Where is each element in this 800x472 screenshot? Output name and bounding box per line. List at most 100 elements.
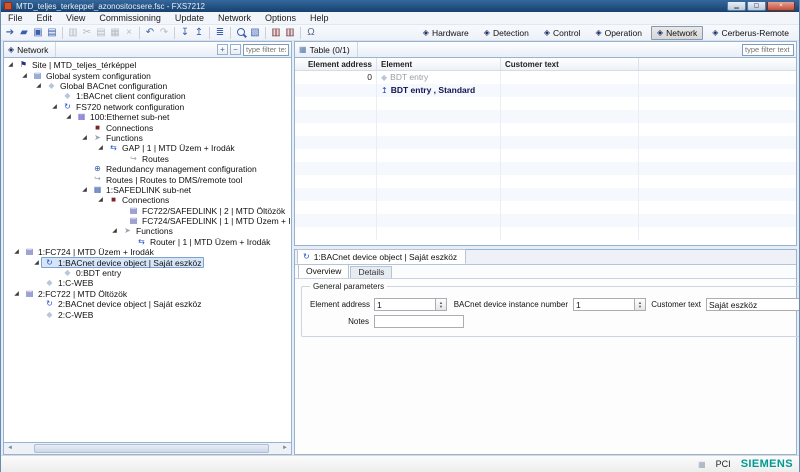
table-row[interactable]: 0◆BDT entry	[295, 71, 796, 84]
task-button-hardware[interactable]: ◈Hardware	[417, 26, 475, 40]
notes-input[interactable]	[374, 315, 464, 328]
tree-node[interactable]: ▤FC722/SAFEDLINK | 2 | MTD Öltözök	[125, 205, 288, 215]
task-button-control[interactable]: ◈Control	[538, 26, 587, 40]
tab-bacnet-device-object[interactable]: ↻ 1:BACnet device object | Saját eszköz	[297, 249, 466, 264]
table-row[interactable]	[295, 214, 796, 227]
scrollbar-thumb[interactable]	[34, 444, 269, 453]
expander-icon[interactable]: ◢	[34, 83, 43, 89]
tree-node[interactable]: ↻FS720 network configuration	[59, 102, 187, 112]
download-icon[interactable]: ↧	[178, 26, 192, 40]
task-button-network[interactable]: ◈Network	[651, 26, 703, 40]
tab-network[interactable]: ◈ Network	[4, 42, 56, 57]
expander-icon[interactable]: ◢	[96, 145, 105, 151]
table-filter-input[interactable]	[742, 44, 794, 56]
column-header-Element[interactable]: Element	[377, 58, 501, 70]
tree-node[interactable]: ■Connections	[89, 122, 156, 132]
tree-node[interactable]: ▤Global system configuration	[29, 70, 154, 80]
tree-node[interactable]: ➤Functions	[89, 133, 146, 143]
expander-icon[interactable]: ◢	[80, 135, 89, 141]
tree-node[interactable]: ↪Routes	[125, 154, 172, 164]
save-icon[interactable]: ▣	[31, 26, 45, 40]
instance-number-input[interactable]	[573, 298, 635, 311]
tree-node[interactable]: ◆0:BDT entry	[59, 268, 124, 278]
task-button-detection[interactable]: ◈Detection	[478, 26, 535, 40]
expander-icon[interactable]: ◢	[110, 228, 119, 234]
tree-node[interactable]: ⇆Router | 1 | MTD Üzem + Irodák	[133, 237, 273, 247]
tree-node[interactable]: ➤Functions	[119, 226, 176, 236]
table-row[interactable]	[295, 201, 796, 214]
redo-icon[interactable]: ↷	[157, 26, 171, 40]
expander-icon[interactable]: ◢	[12, 291, 21, 297]
customer-text-input[interactable]	[706, 298, 800, 311]
tree-node[interactable]: ↪Routes | Routes to DMS/remote tool	[89, 174, 245, 184]
menu-network[interactable]: Network	[211, 12, 258, 25]
open-icon[interactable]: ▰	[17, 26, 31, 40]
tree-node[interactable]: ▤2:FC722 | MTD Öltözök	[21, 289, 130, 299]
menu-file[interactable]: File	[1, 12, 30, 25]
collapse-all-button[interactable]: −	[230, 44, 241, 55]
table-row[interactable]	[295, 149, 796, 162]
print-icon[interactable]: ▤	[45, 26, 59, 40]
column-header-empty[interactable]	[639, 58, 796, 70]
element-address-spinner[interactable]: ▲▼	[436, 298, 447, 311]
expand-all-button[interactable]: +	[217, 44, 228, 55]
task-button-cerberus-remote[interactable]: ◈Cerberus-Remote	[706, 26, 795, 40]
expander-icon[interactable]: ◢	[6, 62, 15, 68]
menu-update[interactable]: Update	[168, 12, 211, 25]
paste-icon[interactable]: ▤	[94, 26, 108, 40]
table-row[interactable]	[295, 136, 796, 149]
search-icon[interactable]	[234, 26, 248, 40]
table-row[interactable]	[295, 188, 796, 201]
tree-node[interactable]: ⇆GAP | 1 | MTD Üzem + Irodák	[105, 143, 238, 153]
expander-icon[interactable]: ◢	[32, 260, 41, 266]
tab-overview[interactable]: Overview	[298, 264, 349, 278]
element-address-input[interactable]	[374, 298, 436, 311]
table-row[interactable]	[295, 97, 796, 110]
column-header-Customer text[interactable]: Customer text	[501, 58, 639, 70]
scrollbar-track[interactable]	[16, 443, 279, 454]
menu-help[interactable]: Help	[303, 12, 336, 25]
import-site-icon[interactable]: ▥	[283, 26, 297, 40]
tree-node[interactable]: ◆1:C-WEB	[41, 278, 96, 288]
tree-node[interactable]: ◆Global BACnet configuration	[43, 81, 170, 91]
new-icon[interactable]: ➔	[3, 26, 17, 40]
table-row[interactable]	[295, 227, 796, 240]
tree-node[interactable]: ▦1:SAFEDLINK sub-net	[89, 185, 194, 195]
tree-node[interactable]: ▤1:FC724 | MTD Üzem + Irodák	[21, 247, 157, 257]
expander-icon[interactable]: ◢	[64, 114, 73, 120]
delete-icon[interactable]: ×	[122, 26, 136, 40]
tree-filter-input[interactable]	[243, 44, 289, 56]
tree-node[interactable]: ■Connections	[105, 195, 172, 205]
export-site-icon[interactable]: ▥	[269, 26, 283, 40]
close-button[interactable]: ×	[767, 2, 795, 11]
menu-view[interactable]: View	[59, 12, 92, 25]
table-row[interactable]	[295, 175, 796, 188]
expander-icon[interactable]: ◢	[80, 187, 89, 193]
upload-icon[interactable]: ↥	[192, 26, 206, 40]
expander-icon[interactable]: ◢	[50, 104, 59, 110]
table-row[interactable]: ↥BDT entry , Standard	[295, 84, 796, 97]
tab-details[interactable]: Details	[350, 266, 392, 278]
tab-table[interactable]: ▦ Table (0/1)	[295, 42, 358, 57]
tree-node[interactable]: ⊕Redundancy management configuration	[89, 164, 260, 174]
tree-node[interactable]: ↻1:BACnet device object | Saját eszköz	[41, 257, 204, 267]
tree-node[interactable]: ↻2:BACnet device object | Saját eszköz	[41, 299, 204, 309]
menu-commissioning[interactable]: Commissioning	[92, 12, 168, 25]
task-button-operation[interactable]: ◈Operation	[589, 26, 648, 40]
column-header-Element address[interactable]: Element address	[295, 58, 377, 70]
instance-number-spinner[interactable]: ▲▼	[635, 298, 646, 311]
table-row[interactable]	[295, 123, 796, 136]
tree-node[interactable]: ▤FC724/SAFEDLINK | 1 | MTD Üzem + Irodák	[125, 216, 291, 226]
tools-icon[interactable]: ≣	[213, 26, 227, 40]
cut-icon[interactable]: ✂	[80, 26, 94, 40]
copy-icon[interactable]: ▥	[66, 26, 80, 40]
expander-icon[interactable]: ◢	[20, 73, 29, 79]
tree-horizontal-scrollbar[interactable]: ◄ ►	[4, 442, 291, 454]
undo-icon[interactable]: ↶	[143, 26, 157, 40]
tree-node[interactable]: ◆1:BACnet client configuration	[59, 91, 189, 101]
expander-icon[interactable]: ◢	[96, 197, 105, 203]
minimize-button[interactable]: ▁	[727, 2, 746, 11]
table-row[interactable]	[295, 110, 796, 123]
expander-icon[interactable]: ◢	[12, 249, 21, 255]
table-row[interactable]	[295, 162, 796, 175]
